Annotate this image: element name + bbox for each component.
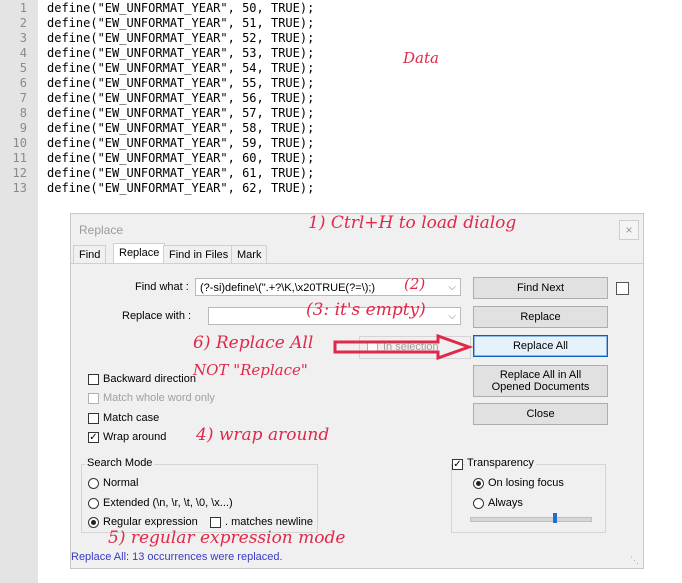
replace-button[interactable]: Replace <box>473 306 608 328</box>
whole-word-label: Match whole word only <box>103 392 215 404</box>
find-what-value: (?-si)define\(".+?\K,\x20TRUE(?=\);) <box>200 282 376 294</box>
search-mode-title: Search Mode <box>85 457 155 469</box>
whole-word-checkbox[interactable] <box>88 393 99 404</box>
line-number: 2 <box>19 16 27 30</box>
line-number: 1 <box>19 1 27 15</box>
close-icon[interactable]: × <box>619 220 639 240</box>
close-button[interactable]: Close <box>473 403 608 425</box>
dot-newline-checkbox[interactable] <box>210 517 221 528</box>
annotation-step1: 1) Ctrl+H to load dialog <box>308 213 517 233</box>
code-text: define("EW_UNFORMAT_YEAR", 53, TRUE); <box>47 46 315 60</box>
annotation-step3: (3: it's empty) <box>306 300 426 320</box>
dot-newline-label: . matches newline <box>225 516 314 528</box>
on-losing-focus-radio[interactable] <box>473 478 484 489</box>
tab-replace[interactable]: Replace <box>113 243 166 264</box>
code-text: define("EW_UNFORMAT_YEAR", 54, TRUE); <box>47 61 315 75</box>
find-next-button[interactable]: Find Next <box>473 277 608 299</box>
replace-dialog: Replace × Find Replace Find in Files Mar… <box>70 213 644 569</box>
line-number: 3 <box>19 31 27 45</box>
code-text: define("EW_UNFORMAT_YEAR", 52, TRUE); <box>47 31 315 45</box>
line-number: 6 <box>19 76 27 90</box>
annotation-step2: (2) <box>404 275 426 293</box>
annotation-data: Data <box>403 49 439 67</box>
tab-mark[interactable]: Mark <box>231 245 268 264</box>
arrow-right-icon <box>333 334 473 360</box>
backward-direction-checkbox[interactable] <box>88 374 99 385</box>
tab-divider <box>71 263 643 264</box>
line-number: 10 <box>12 136 27 150</box>
line-number: 4 <box>19 46 27 60</box>
replace-all-button[interactable]: Replace All <box>473 335 608 357</box>
line-number: 5 <box>19 61 27 75</box>
line-number: 13 <box>12 181 27 195</box>
regex-label: Regular expression <box>103 516 198 528</box>
chevron-down-icon[interactable]: ⌵ <box>448 279 456 295</box>
status-message: Replace All: 13 occurrences were replace… <box>71 551 283 563</box>
tab-find[interactable]: Find <box>73 245 107 264</box>
line-number: 12 <box>12 166 27 180</box>
find-what-label: Find what : <box>135 281 189 293</box>
annotation-step6b: NOT "Replace" <box>193 361 308 379</box>
annotation-step5: 5) regular expression mode <box>108 528 346 548</box>
replace-with-label: Replace with : <box>122 310 192 322</box>
dialog-title: Replace <box>79 223 124 237</box>
code-text: define("EW_UNFORMAT_YEAR", 59, TRUE); <box>47 136 315 150</box>
code-text: define("EW_UNFORMAT_YEAR", 61, TRUE); <box>47 166 315 180</box>
backward-direction-label: Backward direction <box>103 373 196 385</box>
always-label: Always <box>488 497 523 509</box>
resize-grip-icon[interactable]: ⋱ <box>630 555 640 565</box>
chevron-down-icon[interactable]: ⌵ <box>448 308 456 324</box>
normal-radio[interactable] <box>88 478 99 489</box>
annotation-arrow <box>333 334 473 360</box>
normal-label: Normal <box>103 477 139 489</box>
transparency-checkbox[interactable]: ✓ <box>452 459 463 470</box>
replace-all-opened-button[interactable]: Replace All in All Opened Documents <box>473 365 608 397</box>
code-text: define("EW_UNFORMAT_YEAR", 55, TRUE); <box>47 76 315 90</box>
line-number: 8 <box>19 106 27 120</box>
find-next-options-checkbox[interactable] <box>616 282 629 295</box>
code-text: define("EW_UNFORMAT_YEAR", 58, TRUE); <box>47 121 315 135</box>
code-text: define("EW_UNFORMAT_YEAR", 56, TRUE); <box>47 91 315 105</box>
code-text: define("EW_UNFORMAT_YEAR", 50, TRUE); <box>47 1 315 15</box>
regex-radio[interactable] <box>88 517 99 528</box>
tab-find-in-files[interactable]: Find in Files <box>163 245 235 264</box>
annotation-step4: 4) wrap around <box>196 425 330 445</box>
code-text: define("EW_UNFORMAT_YEAR", 62, TRUE); <box>47 181 315 195</box>
code-text: define("EW_UNFORMAT_YEAR", 57, TRUE); <box>47 106 315 120</box>
on-losing-focus-label: On losing focus <box>488 477 564 489</box>
extended-label: Extended (\n, \r, \t, \0, \x...) <box>103 497 233 509</box>
transparency-title: Transparency <box>465 457 536 469</box>
match-case-label: Match case <box>103 412 160 424</box>
line-number: 11 <box>12 151 27 165</box>
wrap-around-label: Wrap around <box>103 431 167 443</box>
annotation-step6a: 6) Replace All <box>193 333 314 353</box>
wrap-around-checkbox[interactable]: ✓ <box>88 432 99 443</box>
transparency-slider-thumb[interactable] <box>553 513 557 523</box>
line-number: 7 <box>19 91 27 105</box>
transparency-slider-track[interactable] <box>470 517 592 522</box>
line-number: 9 <box>19 121 27 135</box>
code-text: define("EW_UNFORMAT_YEAR", 60, TRUE); <box>47 151 315 165</box>
code-text: define("EW_UNFORMAT_YEAR", 51, TRUE); <box>47 16 315 30</box>
match-case-checkbox[interactable] <box>88 413 99 424</box>
always-radio[interactable] <box>473 498 484 509</box>
extended-radio[interactable] <box>88 498 99 509</box>
